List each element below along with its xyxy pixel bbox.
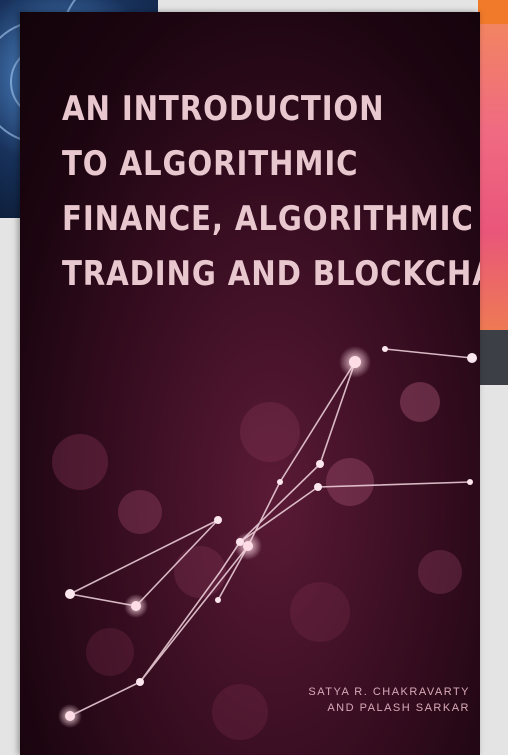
title-line: TRADING AND BLOCKCHAIN <box>62 254 480 294</box>
title-line: FINANCE, ALGORITHMIC <box>62 199 474 239</box>
book-title: AN INTRODUCTION TO ALGORITHMIC FINANCE, … <box>62 82 480 302</box>
author-line: SATYA R. CHAKRAVARTY <box>308 686 470 698</box>
background-book-right-spine <box>478 330 508 385</box>
background-book-right <box>478 0 508 330</box>
title-line: TO ALGORITHMIC <box>62 144 359 184</box>
title-line: AN INTRODUCTION <box>62 89 385 129</box>
book-authors: SATYA R. CHAKRAVARTY AND PALASH SARKAR <box>308 684 470 716</box>
author-line: AND PALASH SARKAR <box>327 702 470 714</box>
book-cover: AN INTRODUCTION TO ALGORITHMIC FINANCE, … <box>20 12 480 755</box>
background-book-right-band <box>478 0 508 24</box>
